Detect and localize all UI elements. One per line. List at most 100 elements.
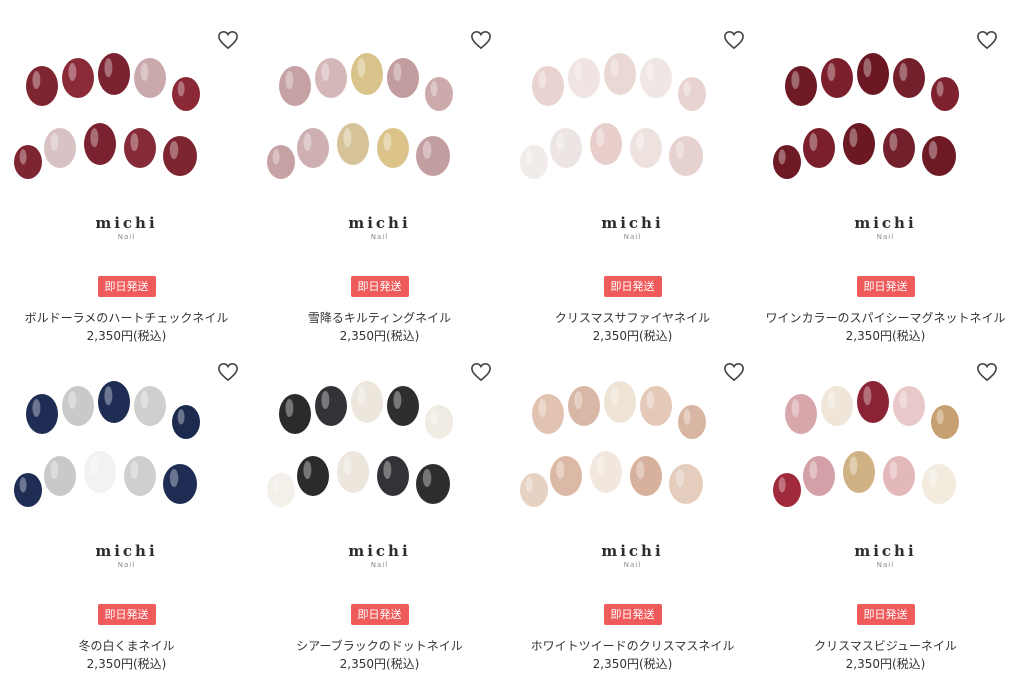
nail-tip — [297, 456, 329, 496]
product-image[interactable] — [261, 372, 498, 532]
nail-shine — [646, 63, 655, 81]
product-image[interactable] — [767, 372, 1004, 532]
nail-tip — [337, 451, 369, 493]
nail-tip — [124, 128, 156, 168]
nail-tip — [14, 145, 42, 179]
nail-tip — [604, 381, 636, 423]
nail-tip — [124, 456, 156, 496]
product-image[interactable] — [261, 44, 498, 204]
product-image[interactable] — [8, 372, 245, 532]
product-image[interactable] — [767, 44, 1004, 204]
product-image[interactable] — [514, 44, 751, 204]
nail-tip — [279, 394, 311, 434]
nail-shine — [32, 399, 41, 417]
brand-logo: michi Nail — [759, 214, 1012, 241]
nail-shine — [321, 391, 330, 409]
nail-tip — [640, 386, 672, 426]
nail-shine — [574, 63, 583, 81]
nail-tip — [630, 128, 662, 168]
nail-tip — [532, 394, 564, 434]
nail-shine — [68, 63, 77, 81]
nail-tip — [279, 66, 311, 106]
nail-shine — [928, 469, 938, 487]
same-day-shipping-badge: 即日発送 — [603, 604, 662, 625]
nail-shine — [675, 469, 685, 487]
nail-shine — [538, 399, 547, 417]
nail-shine — [130, 461, 139, 479]
nail-shine — [610, 386, 619, 406]
nail-tip — [678, 405, 706, 439]
nail-shine — [889, 133, 898, 151]
nail-shine — [343, 128, 352, 148]
nail-tip — [922, 136, 956, 176]
nail-tip — [803, 128, 835, 168]
brand-logo: michi Nail — [253, 542, 506, 569]
nail-tip — [14, 473, 42, 507]
nail-tip — [931, 77, 959, 111]
brand-subtitle: Nail — [370, 561, 389, 569]
nail-tip — [532, 66, 564, 106]
nail-shine — [19, 477, 27, 493]
nail-tip — [134, 58, 166, 98]
nail-shine — [303, 461, 312, 479]
product-image[interactable] — [8, 44, 245, 204]
product-name[interactable]: クリスマスビジューネイル — [759, 637, 1012, 654]
nail-tip — [337, 123, 369, 165]
nail-shine — [285, 71, 294, 89]
nail-shine — [90, 128, 99, 148]
product-card[interactable]: michi Nail 即日発送 雪降るキルティングネイル 2,350円(税込) — [253, 0, 506, 343]
nail-tip — [267, 473, 295, 507]
brand-name: michi — [348, 214, 411, 232]
product-name[interactable]: ボルドーラメのハートチェックネイル — [0, 309, 253, 326]
product-image[interactable] — [514, 372, 751, 532]
product-card[interactable]: michi Nail 即日発送 クリスマスビジューネイル 2,350円(税込) — [759, 328, 1012, 671]
nail-shine — [889, 461, 898, 479]
nail-shine — [936, 81, 944, 97]
nail-shine — [177, 81, 185, 97]
brand-logo: michi Nail — [0, 214, 253, 241]
nail-shine — [863, 58, 872, 78]
nail-shine — [303, 133, 312, 151]
product-card[interactable]: michi Nail 即日発送 シアーブラックのドットネイル 2,350円(税込) — [253, 328, 506, 671]
product-name[interactable]: 冬の白くまネイル — [0, 637, 253, 654]
brand-name: michi — [95, 542, 158, 560]
product-card[interactable]: michi Nail 即日発送 ワインカラーのスパイシーマグネットネイル 2,350円(… — [759, 0, 1012, 343]
brand-subtitle: Nail — [370, 233, 389, 241]
brand-name: michi — [348, 542, 411, 560]
product-card[interactable]: michi Nail 即日発送 ボルドーラメのハートチェックネイル 2,350円(税込) — [0, 0, 253, 343]
product-card[interactable]: michi Nail 即日発送 クリスマスサファイヤネイル 2,350円(税込) — [506, 0, 759, 343]
same-day-shipping-badge: 即日発送 — [97, 604, 156, 625]
nail-shine — [791, 399, 800, 417]
nail-shine — [863, 386, 872, 406]
nail-shine — [791, 71, 800, 89]
product-name[interactable]: ワインカラーのスパイシーマグネットネイル — [759, 309, 1012, 326]
nail-shine — [90, 456, 99, 476]
nail-tip — [377, 128, 409, 168]
nail-tip — [821, 58, 853, 98]
nail-tip — [843, 123, 875, 165]
nail-tip — [590, 451, 622, 493]
nail-tip — [803, 456, 835, 496]
nail-shine — [383, 461, 392, 479]
nail-shine — [357, 386, 366, 406]
product-card[interactable]: michi Nail 即日発送 ホワイトツイードのクリスマスネイル 2,350円(税込) — [506, 328, 759, 671]
product-name[interactable]: 雪降るキルティングネイル — [253, 309, 506, 326]
nail-tip — [134, 386, 166, 426]
nail-shine — [272, 149, 280, 165]
nail-shine — [169, 141, 179, 159]
nail-tip — [44, 128, 76, 168]
product-name[interactable]: ホワイトツイードのクリスマスネイル — [506, 637, 759, 654]
product-card[interactable]: michi Nail 即日発送 冬の白くまネイル 2,350円(税込) — [0, 328, 253, 671]
product-name[interactable]: シアーブラックのドットネイル — [253, 637, 506, 654]
nail-shine — [849, 128, 858, 148]
nail-shine — [899, 391, 908, 409]
nail-tip — [893, 386, 925, 426]
nail-tip — [520, 145, 548, 179]
nail-tip — [669, 136, 703, 176]
nail-shine — [130, 133, 139, 151]
brand-subtitle: Nail — [623, 561, 642, 569]
nail-shine — [343, 456, 352, 476]
nail-tip — [351, 381, 383, 423]
product-name[interactable]: クリスマスサファイヤネイル — [506, 309, 759, 326]
nail-shine — [827, 391, 836, 409]
